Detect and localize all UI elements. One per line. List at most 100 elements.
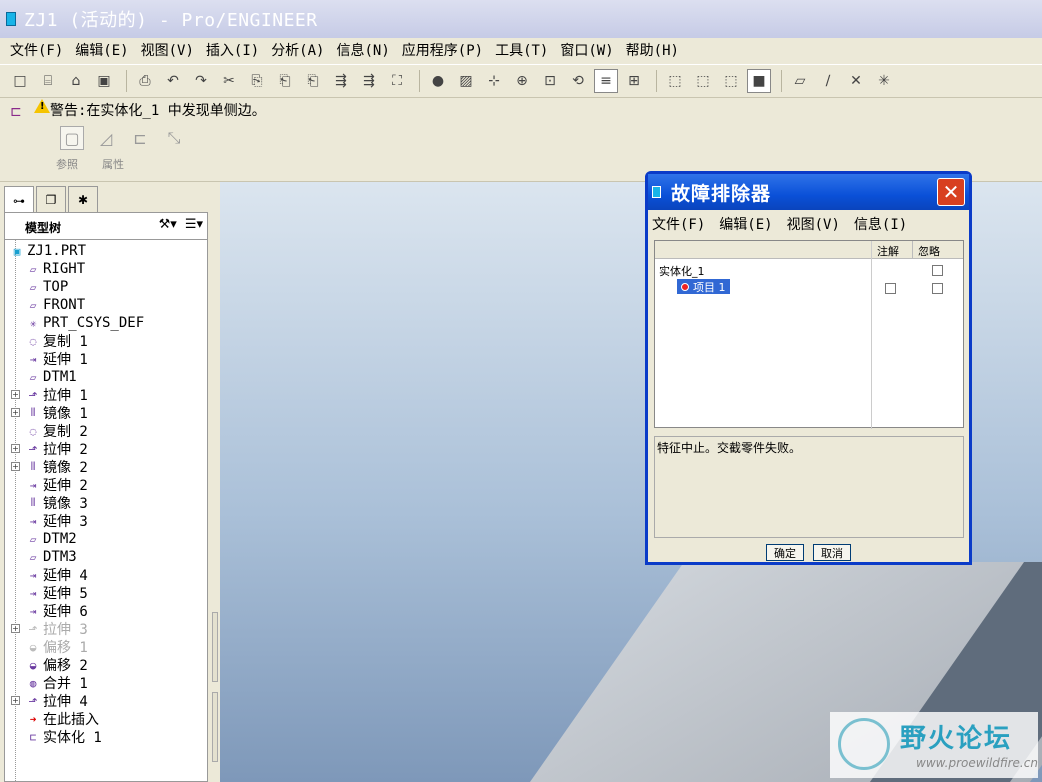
remove-material-icon[interactable]: ◿ — [94, 126, 118, 150]
open-folder-icon[interactable]: ⌂ — [64, 69, 88, 93]
tree-item[interactable]: ◍ 合并 1 — [25, 674, 88, 692]
panel-splitter[interactable] — [210, 182, 220, 782]
tree-item[interactable]: ◒ 偏移 2 — [25, 656, 88, 674]
item-ignore-checkbox[interactable] — [932, 283, 943, 294]
copy-icon[interactable]: ⎘ — [245, 69, 269, 93]
tree-item[interactable]: ⬏ 拉伸 3 — [25, 620, 87, 638]
paste-icon[interactable]: ⎗ — [273, 69, 297, 93]
menu-window[interactable]: 窗口(W) — [554, 40, 619, 60]
item-row[interactable]: 项目 1 — [677, 279, 730, 294]
layers-icon[interactable]: ⊞ — [622, 69, 646, 93]
tree-expand-toggle[interactable]: + — [11, 408, 20, 417]
hidden-line-icon[interactable]: ⬚ — [691, 69, 715, 93]
menu-view[interactable]: 视图(V) — [135, 40, 200, 60]
datum-planes-toggle-icon[interactable]: ▱ — [788, 69, 812, 93]
tree-item[interactable]: ◒ 偏移 1 — [25, 638, 88, 656]
tree-item[interactable]: ⬏ 拉伸 4 — [25, 692, 87, 710]
tree-show-icon[interactable]: ☰▾ — [185, 217, 203, 232]
tree-item[interactable]: ⫴ 镜像 3 — [25, 494, 88, 512]
tree-item[interactable]: ▱ DTM3 — [25, 548, 77, 566]
tab-properties[interactable]: 属性 — [102, 156, 124, 172]
replace-surface-icon[interactable]: ⊏ — [128, 126, 152, 150]
tree-item[interactable]: ⬏ 拉伸 2 — [25, 440, 87, 458]
new-file-icon[interactable]: □ — [8, 69, 32, 93]
spin-center-icon[interactable]: ⊹ — [482, 69, 506, 93]
tree-item[interactable]: ◌ 复制 2 — [25, 422, 88, 440]
group-row[interactable]: 实体化_1 — [659, 263, 705, 279]
tree-item[interactable]: ⇥ 延伸 5 — [25, 584, 88, 602]
model-tree-tab-icon[interactable]: ⊶ — [4, 186, 34, 214]
splitter-grip[interactable] — [212, 612, 218, 682]
save-icon[interactable]: ▣ — [92, 69, 116, 93]
undo-icon[interactable]: ↶ — [161, 69, 185, 93]
tree-item[interactable]: ▱ TOP — [25, 278, 69, 296]
tree-item[interactable]: ▱ FRONT — [25, 296, 85, 314]
favorites-tab-icon[interactable]: ✱ — [68, 186, 98, 212]
tree-expand-toggle[interactable]: + — [11, 624, 20, 633]
dialog-menu-view[interactable]: 视图(V) — [787, 214, 840, 234]
tree-item[interactable]: ▣ ZJ1.PRT — [9, 242, 86, 260]
splitter-grip[interactable] — [212, 692, 218, 762]
reorient-icon[interactable]: ⟲ — [566, 69, 590, 93]
tree-item[interactable]: ➜ 在此插入 — [25, 710, 99, 728]
menu-info[interactable]: 信息(N) — [330, 40, 395, 60]
tree-expand-toggle[interactable]: + — [11, 390, 20, 399]
redo-icon[interactable]: ↷ — [189, 69, 213, 93]
regenerate-icon[interactable]: ⇶ — [329, 69, 353, 93]
dialog-menu-file[interactable]: 文件(F) — [652, 214, 705, 234]
close-icon[interactable]: ✕ — [937, 178, 965, 206]
saved-views-icon[interactable]: ≡ — [594, 69, 618, 93]
datum-points-toggle-icon[interactable]: ✕ — [844, 69, 868, 93]
ok-button[interactable]: 确定 — [766, 544, 804, 561]
find-icon[interactable]: ⛶ — [385, 69, 409, 93]
menu-insert[interactable]: 插入(I) — [200, 40, 265, 60]
dialog-menu-info[interactable]: 信息(I) — [854, 214, 907, 234]
datum-axes-toggle-icon[interactable]: ∕ — [816, 69, 840, 93]
open-file-icon[interactable]: ⌸ — [36, 69, 60, 93]
item-note-checkbox[interactable] — [885, 283, 896, 294]
no-hidden-icon[interactable]: ⬚ — [719, 69, 743, 93]
menu-analysis[interactable]: 分析(A) — [265, 40, 330, 60]
regen-manager-icon[interactable]: ⇶ — [357, 69, 381, 93]
tree-item[interactable]: ⇥ 延伸 1 — [25, 350, 88, 368]
solid-fill-icon[interactable]: ▢ — [60, 126, 84, 150]
group-ignore-checkbox[interactable] — [932, 265, 943, 276]
menu-tools[interactable]: 工具(T) — [489, 40, 554, 60]
dialog-title-bar[interactable]: 故障排除器 — [648, 174, 969, 210]
paste-special-icon[interactable]: ⎗ — [301, 69, 325, 93]
menu-help[interactable]: 帮助(H) — [620, 40, 685, 60]
tree-item[interactable]: ◌ 复制 1 — [25, 332, 88, 350]
tree-item[interactable]: ▱ DTM1 — [25, 368, 77, 386]
tree-item[interactable]: ✳ PRT_CSYS_DEF — [25, 314, 144, 332]
tree-settings-icon[interactable]: ⚒▾ — [159, 217, 177, 232]
tree-item[interactable]: ⇥ 延伸 4 — [25, 566, 88, 584]
menu-applications[interactable]: 应用程序(P) — [396, 40, 489, 60]
zoom-fit-icon[interactable]: ⊡ — [538, 69, 562, 93]
shaded-display-icon[interactable]: ■ — [747, 69, 771, 93]
folder-browser-tab-icon[interactable]: ❐ — [36, 186, 66, 212]
tree-item[interactable]: ⬏ 拉伸 1 — [25, 386, 87, 404]
wireframe-icon[interactable]: ⬚ — [663, 69, 687, 93]
tree-expand-toggle[interactable]: + — [11, 444, 20, 453]
csys-toggle-icon[interactable]: ✳ — [872, 69, 896, 93]
menu-file[interactable]: 文件(F) — [4, 40, 69, 60]
tree-item[interactable]: ⫴ 镜像 1 — [25, 404, 88, 422]
tree-item[interactable]: ⇥ 延伸 6 — [25, 602, 88, 620]
tree-item[interactable]: ▱ DTM2 — [25, 530, 77, 548]
zoom-in-icon[interactable]: ⊕ — [510, 69, 534, 93]
tree-item[interactable]: ▱ RIGHT — [25, 260, 85, 278]
tree-item[interactable]: ⇥ 延伸 3 — [25, 512, 88, 530]
menu-edit[interactable]: 编辑(E) — [69, 40, 134, 60]
dialog-menu-edit[interactable]: 编辑(E) — [719, 214, 772, 234]
tab-references[interactable]: 参照 — [56, 156, 78, 172]
tree-expand-toggle[interactable]: + — [11, 462, 20, 471]
flip-direction-icon[interactable]: ⤡ — [162, 126, 186, 150]
tree-item[interactable]: ⇥ 延伸 2 — [25, 476, 88, 494]
tree-item[interactable]: ⊏ 实体化 1 — [25, 728, 102, 746]
print-icon[interactable]: ⎙ — [133, 69, 157, 93]
repaint-icon[interactable]: ▨ — [454, 69, 478, 93]
cancel-button[interactable]: 取消 — [813, 544, 851, 561]
shading-icon[interactable]: ● — [426, 69, 450, 93]
tree-expand-toggle[interactable]: + — [11, 696, 20, 705]
cut-icon[interactable]: ✂ — [217, 69, 241, 93]
